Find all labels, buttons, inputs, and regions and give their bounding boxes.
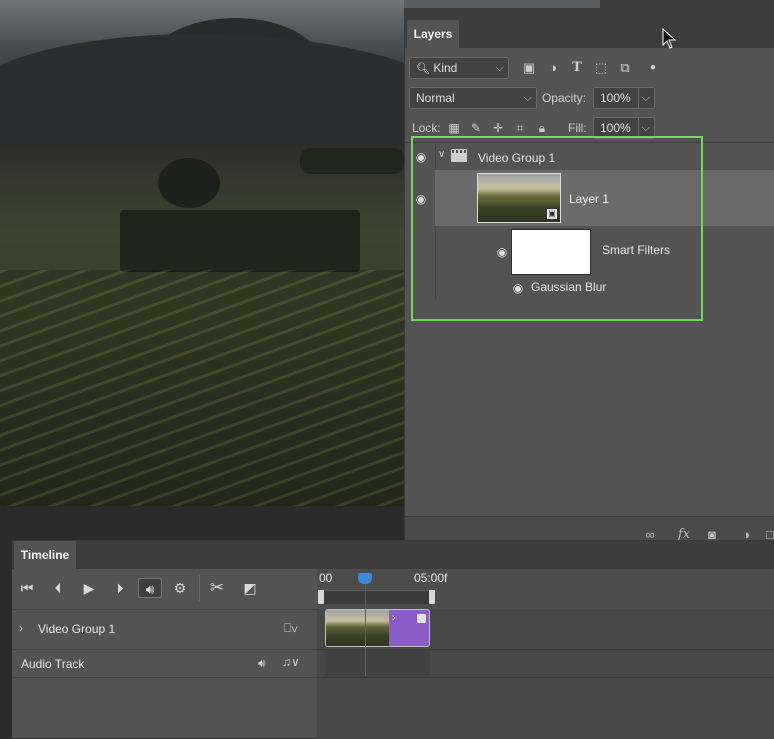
playhead-handle[interactable] bbox=[358, 573, 372, 584]
settings-gear-icon[interactable]: ⚙︎ bbox=[170, 578, 190, 598]
hedge-shape bbox=[120, 210, 360, 272]
playhead-line[interactable] bbox=[365, 584, 366, 676]
adjustment-filter-icon[interactable]: ◑ bbox=[545, 60, 561, 76]
lane-divider bbox=[317, 649, 774, 650]
smart-object-filter-icon[interactable]: ⧉ bbox=[617, 60, 633, 76]
lock-artboard-icon[interactable]: ⌗ bbox=[513, 121, 527, 135]
split-scissors-icon[interactable]: ✂︎ bbox=[207, 578, 227, 598]
type-filter-icon[interactable]: T bbox=[569, 60, 585, 76]
previous-frame-icon[interactable]: ⏴︎ bbox=[48, 578, 68, 598]
speaker-icon[interactable]: 🔊︎ bbox=[258, 656, 266, 671]
work-area-start-handle[interactable] bbox=[318, 590, 324, 604]
lock-all-icon[interactable]: 🔒︎ bbox=[535, 121, 549, 135]
music-note-icon[interactable]: ♫∨ bbox=[282, 655, 300, 669]
timeline-panel: Timeline ⏮︎ ⏴︎ ▶︎ ⏵︎ 🔊︎ ⚙︎ ✂︎ ◩ › Video … bbox=[12, 540, 774, 739]
transition-icon[interactable]: ◩ bbox=[240, 578, 260, 598]
next-frame-icon[interactable]: ⏵︎ bbox=[110, 578, 130, 598]
clip-menu-icon[interactable] bbox=[417, 614, 426, 623]
blend-mode-select[interactable]: Normal ⌵ bbox=[409, 87, 537, 109]
work-area-bar[interactable] bbox=[320, 590, 432, 604]
canvas-edge bbox=[404, 0, 774, 8]
chevron-right-icon[interactable]: › bbox=[19, 621, 23, 635]
video-clip[interactable]: › bbox=[325, 609, 430, 647]
lock-pixels-icon[interactable]: ▦ bbox=[447, 121, 461, 135]
document-canvas[interactable] bbox=[0, 0, 404, 506]
filter-toggle-icon[interactable]: ● bbox=[645, 60, 661, 76]
timeline-tabbar: Timeline bbox=[12, 541, 774, 569]
mouse-cursor-icon bbox=[662, 27, 678, 49]
opacity-value: 100% bbox=[600, 91, 631, 105]
vineyard-rows bbox=[0, 270, 404, 506]
audio-toggle-icon[interactable]: 🔊︎ bbox=[138, 578, 162, 598]
play-icon[interactable]: ▶︎ bbox=[79, 578, 99, 598]
audio-lane[interactable] bbox=[325, 649, 430, 677]
chevron-down-icon: ⌵ bbox=[637, 118, 650, 138]
opacity-input[interactable]: 100% ⌵ bbox=[593, 87, 655, 109]
lock-position-icon[interactable]: ✛ bbox=[491, 121, 505, 135]
layers-panel: Layers 🔍︎ Kind ⌵ ▣ ◑ T ⬚ ⧉ ● Normal ⌵ Op… bbox=[404, 8, 774, 550]
lane-divider bbox=[317, 677, 774, 678]
search-icon: 🔍︎ bbox=[416, 63, 430, 75]
blend-mode-value: Normal bbox=[416, 91, 455, 105]
kind-filter-select[interactable]: 🔍︎ Kind ⌵ bbox=[409, 57, 509, 79]
layers-tabbar: Layers bbox=[405, 8, 774, 48]
lock-label: Lock: bbox=[412, 121, 441, 135]
kind-filter-value: Kind bbox=[433, 61, 458, 75]
treeline-shape bbox=[300, 148, 404, 174]
lock-image-icon[interactable]: ✎ bbox=[469, 121, 483, 135]
mountain-shape bbox=[0, 34, 404, 144]
clip-thumbnail bbox=[326, 610, 389, 646]
work-area-end-handle[interactable] bbox=[429, 590, 435, 604]
tab-layers[interactable]: Layers bbox=[407, 20, 459, 48]
transition-arrow-icon[interactable]: › bbox=[392, 612, 396, 624]
chevron-down-icon: ⌵ bbox=[495, 62, 504, 74]
tree-shape bbox=[158, 158, 220, 208]
image-filter-icon[interactable]: ▣ bbox=[521, 60, 537, 76]
ruler-start-label: 00 bbox=[319, 571, 333, 585]
chevron-down-icon: ⌵ bbox=[523, 92, 532, 104]
ruler-end-label: 05:00f bbox=[414, 571, 448, 585]
time-ruler[interactable]: 00 05:00f bbox=[317, 569, 774, 609]
audio-track-name: Audio Track bbox=[21, 657, 85, 671]
shape-filter-icon[interactable]: ⬚ bbox=[593, 60, 609, 76]
fill-value: 100% bbox=[600, 121, 631, 135]
selection-highlight bbox=[411, 136, 703, 321]
tab-timeline[interactable]: Timeline bbox=[14, 541, 76, 569]
divider bbox=[199, 575, 200, 601]
film-strip-icon[interactable]: ⎕∨ bbox=[284, 621, 298, 636]
video-track-name: Video Group 1 bbox=[38, 622, 116, 636]
opacity-label: Opacity: bbox=[542, 91, 587, 105]
chevron-down-icon: ⌵ bbox=[637, 88, 650, 108]
timeline-tracks[interactable]: › bbox=[317, 609, 774, 739]
go-to-first-frame-icon[interactable]: ⏮︎ bbox=[17, 578, 37, 598]
fill-label: Fill: bbox=[568, 121, 587, 135]
